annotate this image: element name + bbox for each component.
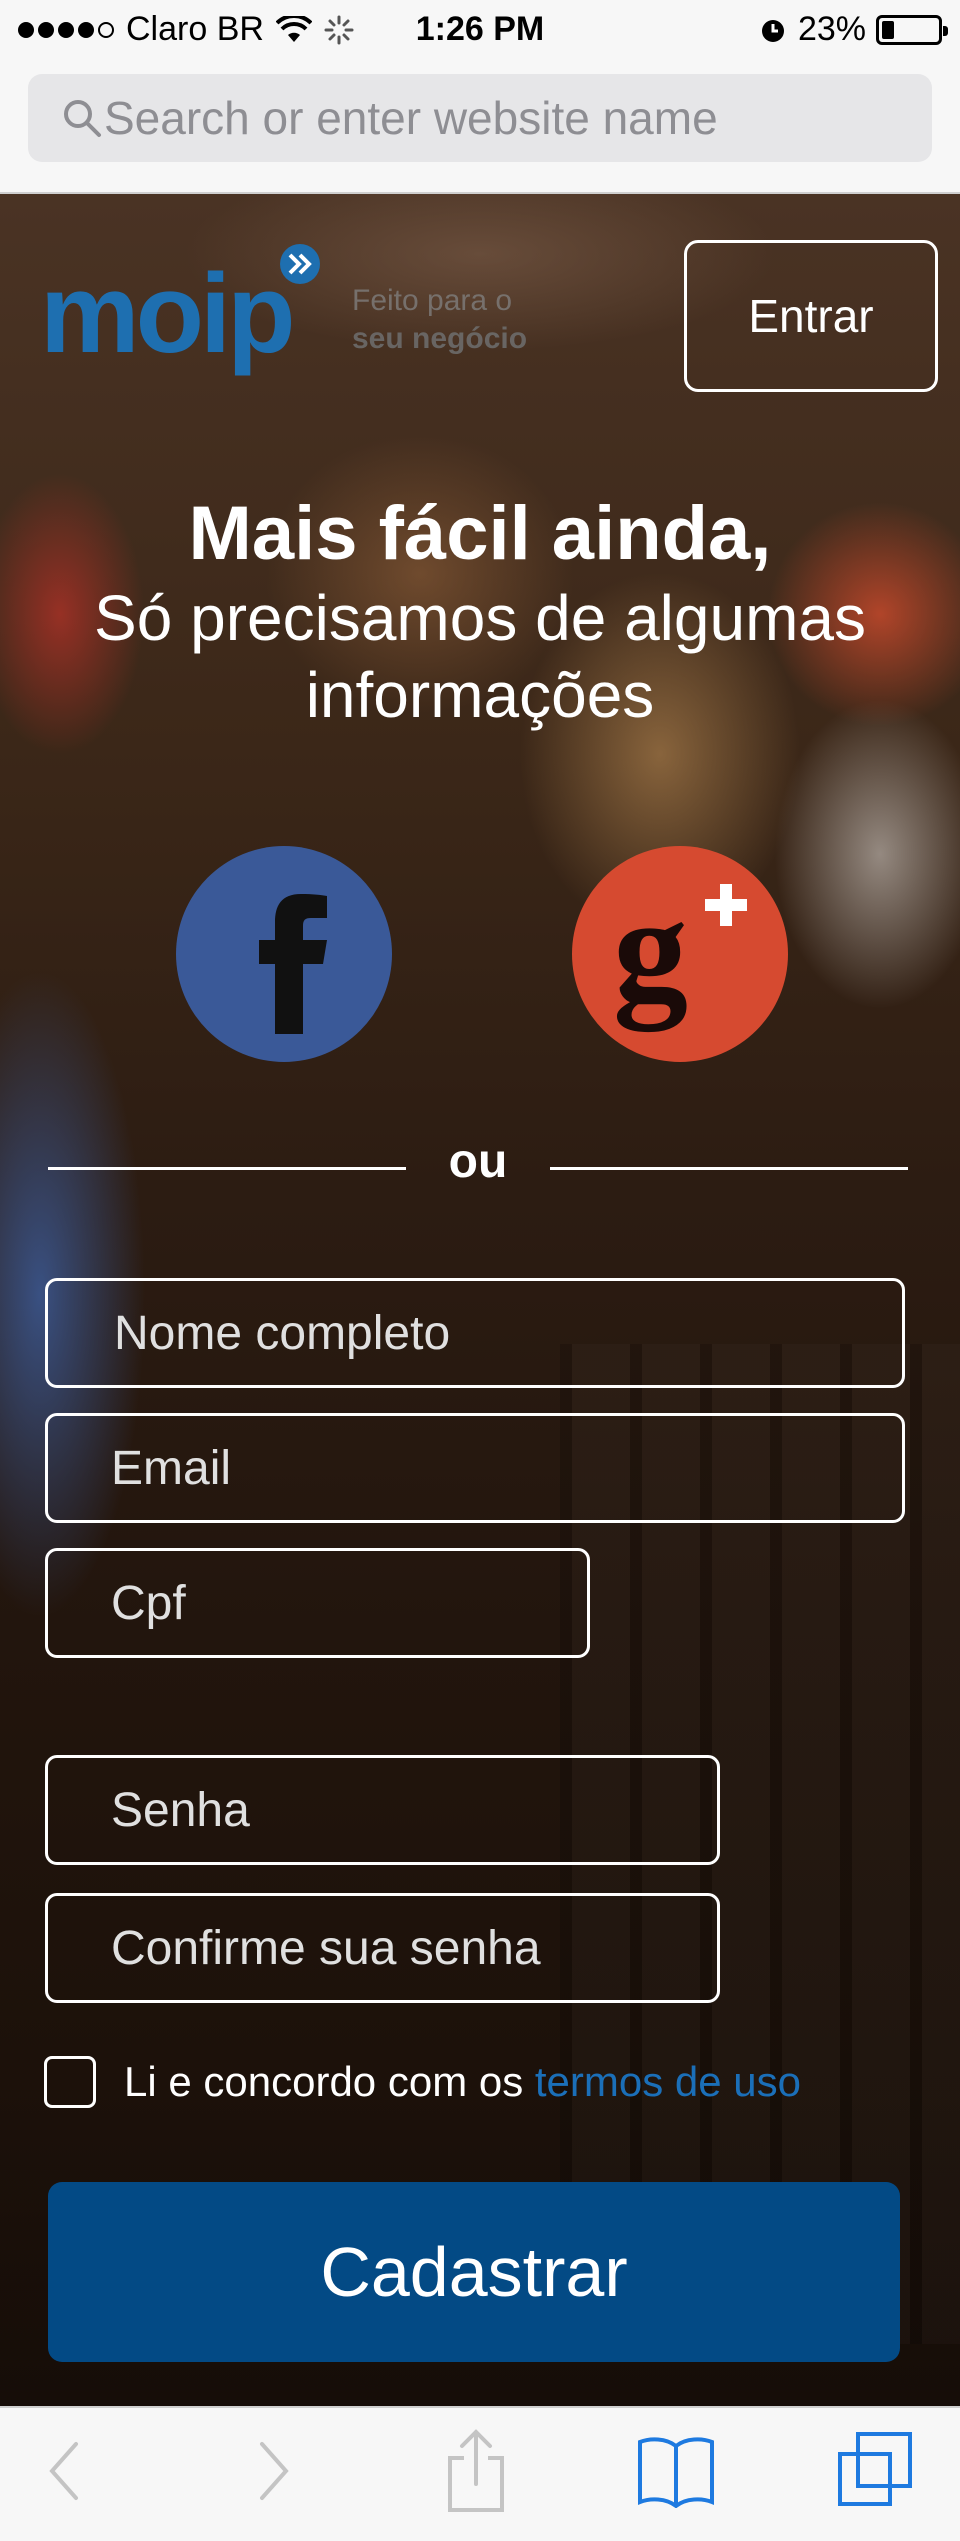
- browser-toolbar: [0, 2406, 960, 2541]
- tagline-line2: seu negócio: [352, 321, 528, 355]
- tagline: Feito para o seu negócio: [352, 282, 527, 357]
- bookmarks-icon[interactable]: [636, 2432, 716, 2508]
- status-bar: Claro BR 1:26 PM 23%: [0, 0, 960, 62]
- tabs-icon[interactable]: [836, 2430, 914, 2508]
- moip-logo[interactable]: moip: [40, 242, 330, 392]
- facebook-login-button[interactable]: [176, 846, 392, 1062]
- login-button[interactable]: Entrar: [684, 240, 938, 392]
- terms-checkbox[interactable]: [44, 2056, 96, 2108]
- password-field[interactable]: [45, 1755, 720, 1865]
- divider-right: [550, 1167, 908, 1170]
- forward-icon[interactable]: [254, 2436, 294, 2506]
- alarm-icon: [761, 19, 784, 42]
- confirm-password-field[interactable]: [45, 1893, 720, 2003]
- register-button[interactable]: Cadastrar: [48, 2182, 900, 2362]
- terms-text: Li e concordo com os: [124, 2058, 535, 2105]
- terms-label: Li e concordo com os termos de uso: [124, 2056, 801, 2108]
- google-plus-login-button[interactable]: g: [572, 846, 788, 1062]
- svg-text:g: g: [613, 866, 688, 1032]
- terms-link[interactable]: termos de uso: [535, 2058, 801, 2105]
- cpf-field[interactable]: [45, 1548, 590, 1658]
- tagline-line1: Feito para o: [352, 284, 513, 317]
- search-input[interactable]: Search or enter website name: [28, 74, 932, 162]
- google-plus-icon: g: [613, 866, 747, 1032]
- battery-percent: 23%: [797, 10, 866, 48]
- page-title: Mais fácil ainda,: [188, 491, 772, 576]
- browser-address-bar: Search or enter website name: [0, 62, 960, 194]
- status-right: 23%: [758, 10, 948, 49]
- back-icon[interactable]: [44, 2436, 84, 2506]
- battery-icon: [876, 14, 948, 45]
- full-name-field[interactable]: [45, 1278, 905, 1388]
- logo-arrows-icon: [280, 244, 320, 284]
- email-field[interactable]: [45, 1413, 905, 1523]
- logo-text: moip: [40, 251, 296, 376]
- page-content: moip Feito para o seu negócio Entrar Mai…: [0, 194, 960, 2406]
- search-placeholder: Search or enter website name: [104, 92, 718, 144]
- share-icon[interactable]: [444, 2428, 508, 2514]
- search-icon: [64, 100, 101, 137]
- divider-left: [48, 1167, 406, 1170]
- page-subtitle: Só precisamos de algumas informações: [94, 582, 866, 731]
- separator-label: ou: [448, 1135, 508, 1188]
- facebook-icon: [259, 894, 327, 1034]
